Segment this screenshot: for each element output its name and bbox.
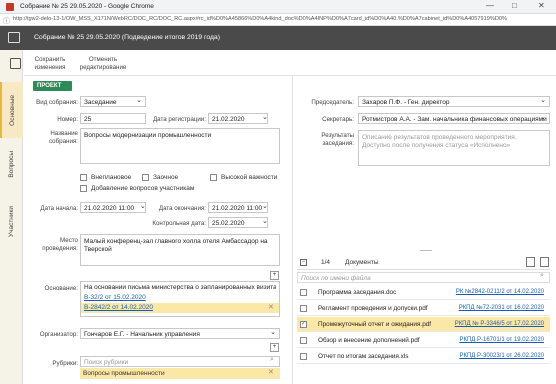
basis-label: Основание: <box>44 285 78 292</box>
column-divider <box>292 76 293 384</box>
chevron-down-icon[interactable]: ⌄ <box>262 202 268 210</box>
close-icon[interactable]: ✕ <box>268 303 274 311</box>
chevron-down-icon[interactable]: ⌄ <box>140 202 146 210</box>
checkbox-label: Заочное <box>153 174 179 181</box>
type-select[interactable]: Заседание <box>80 96 146 107</box>
name-label: Название собрания: <box>49 130 78 145</box>
start-label: Дата начала: <box>40 205 78 212</box>
type-label: Вид собрания: <box>36 99 78 106</box>
number-label: Номер: <box>57 116 78 123</box>
document-checkbox[interactable] <box>300 337 307 344</box>
search-icon[interactable]: ⌕ <box>540 272 544 280</box>
search-icon[interactable]: ⌕ <box>270 356 274 364</box>
info-icon: ⓘ <box>3 18 10 25</box>
documents-title: Документы <box>345 259 379 266</box>
basis-link[interactable]: В-2842/2 от 14.02.2020 <box>84 304 153 311</box>
minimize-button[interactable]: — <box>486 1 494 10</box>
control-input[interactable]: 25.02.2020 <box>208 217 268 228</box>
organizer-select[interactable]: Гончаров Е.Г. - Начальник управления <box>80 328 280 339</box>
tab-questions[interactable]: Вопросы <box>0 140 23 188</box>
chevron-down-icon[interactable]: ⌄ <box>262 113 268 121</box>
documents-header <box>297 256 550 270</box>
document-row[interactable]: Отчет по итогам заседания.xls РКПД Р-300… <box>297 349 550 364</box>
app-header: Собрание № 25 29.05.2020 (Подведение ито… <box>0 26 556 50</box>
regdate-label: Дата регистрации: <box>152 116 206 123</box>
checkbox-high-importance[interactable] <box>210 174 217 181</box>
cancel-button[interactable]: Отменить редактирование <box>78 56 128 71</box>
chevron-down-icon[interactable]: ⌄ <box>262 217 268 225</box>
maximize-button[interactable]: □ <box>512 1 517 10</box>
document-search-input[interactable]: Поиск по имени файла <box>297 272 550 283</box>
favicon-icon <box>6 3 14 11</box>
checkbox-add-questions[interactable] <box>80 185 87 192</box>
rubric-item[interactable]: Вопросы промышленности <box>80 368 280 379</box>
results-textarea[interactable]: Описание результатов проведенного меропр… <box>358 130 550 166</box>
number-input[interactable]: 25 <box>80 113 146 124</box>
checkbox-label: Высокой важности <box>221 174 278 181</box>
document-checkbox-checked[interactable]: ✓ <box>300 321 307 328</box>
document-checkbox[interactable] <box>300 289 307 296</box>
document-icon <box>8 32 20 43</box>
start-input[interactable]: 21.02.2020 11:00 <box>80 202 146 213</box>
results-label: Результаты заседания: <box>321 132 354 147</box>
checkbox-unplanned[interactable] <box>80 174 87 181</box>
browser-titlebar: Собрание № 25 29.05.2020 - Google Chrome… <box>0 0 556 14</box>
secretary-label: Секретарь: <box>322 116 354 123</box>
organizer-label: Организатор: <box>39 331 78 338</box>
document-row[interactable]: Обзор и внесение дополнений.pdf РКПД Р-1… <box>297 333 550 348</box>
add-rubric-icon[interactable]: + <box>270 343 279 352</box>
name-textarea[interactable]: Вопросы модернизации промышленности <box>80 128 280 164</box>
address-bar[interactable]: ⓘ http://tgw2-delo-13-1/OW_MSS_X171N/Web… <box>0 14 556 26</box>
window-title: Собрание № 25 29.05.2020 - Google Chrome <box>20 3 154 10</box>
rubrics-label: Рубрики: <box>52 360 78 367</box>
add-basis-icon[interactable]: + <box>270 271 279 280</box>
checkbox-absentee[interactable] <box>142 174 149 181</box>
document-checkbox[interactable] <box>300 305 307 312</box>
document-row-selected[interactable]: ✓ Промежуточный отчет и ожидания.pdf РКП… <box>297 317 550 332</box>
document-row[interactable]: Программа заседания.doc РК №2842-0211/2 … <box>297 285 550 300</box>
close-window-button[interactable]: ✕ <box>538 1 545 10</box>
end-input[interactable]: 21.02.2020 11:00 <box>208 202 268 213</box>
place-textarea[interactable]: Малый конференц-зал главного холла отеля… <box>80 234 280 266</box>
rubric-search-input[interactable]: Поиск рубрики <box>80 356 280 367</box>
tab-participants[interactable]: Участники <box>0 196 23 248</box>
tab-main[interactable]: Основные <box>0 82 23 138</box>
close-icon[interactable]: ✕ <box>268 368 274 376</box>
document-row[interactable]: Регламент проведения и допуски.pdf РКПД … <box>297 301 550 316</box>
chair-label: Председатель: <box>311 99 354 106</box>
control-label: Контрольная дата: <box>152 220 206 227</box>
place-label: Место проведения: <box>42 237 78 252</box>
checkbox-label: Внеплановое <box>91 174 132 181</box>
collapse-panel-icon[interactable] <box>10 58 21 69</box>
basis-link[interactable]: В-32/2 от 15.02.2020 <box>84 294 146 301</box>
secretary-select[interactable]: Ротмистров А.А. - Зам. начальника финанс… <box>358 113 550 124</box>
resize-handle[interactable] <box>420 250 432 251</box>
status-button[interactable]: ПРОЕКТ ⌄ <box>33 81 72 96</box>
document-checkbox[interactable] <box>300 353 307 360</box>
save-button[interactable]: Сохранить изменения <box>30 56 70 71</box>
url-text[interactable]: http://tgw2-delo-13-1/OW_MSS_X171N/WebRC… <box>13 16 507 22</box>
basis-text: На основании письма министерства о запла… <box>84 284 276 291</box>
select-all-checkbox[interactable]: − <box>300 259 307 266</box>
checkbox-label: Добавление вопросов участникам <box>91 185 195 192</box>
documents-counter: 1/4 <box>321 259 331 266</box>
end-label: Дата окончания: <box>158 205 206 212</box>
add-document-icon[interactable] <box>540 257 549 267</box>
regdate-input[interactable]: 21.02.2020 <box>208 113 268 124</box>
page-title: Собрание № 25 29.05.2020 (Подведение ито… <box>34 34 220 41</box>
chair-select[interactable]: Захаров П.Ф. - Ген. директор <box>358 96 550 107</box>
upload-icon[interactable] <box>526 257 535 267</box>
